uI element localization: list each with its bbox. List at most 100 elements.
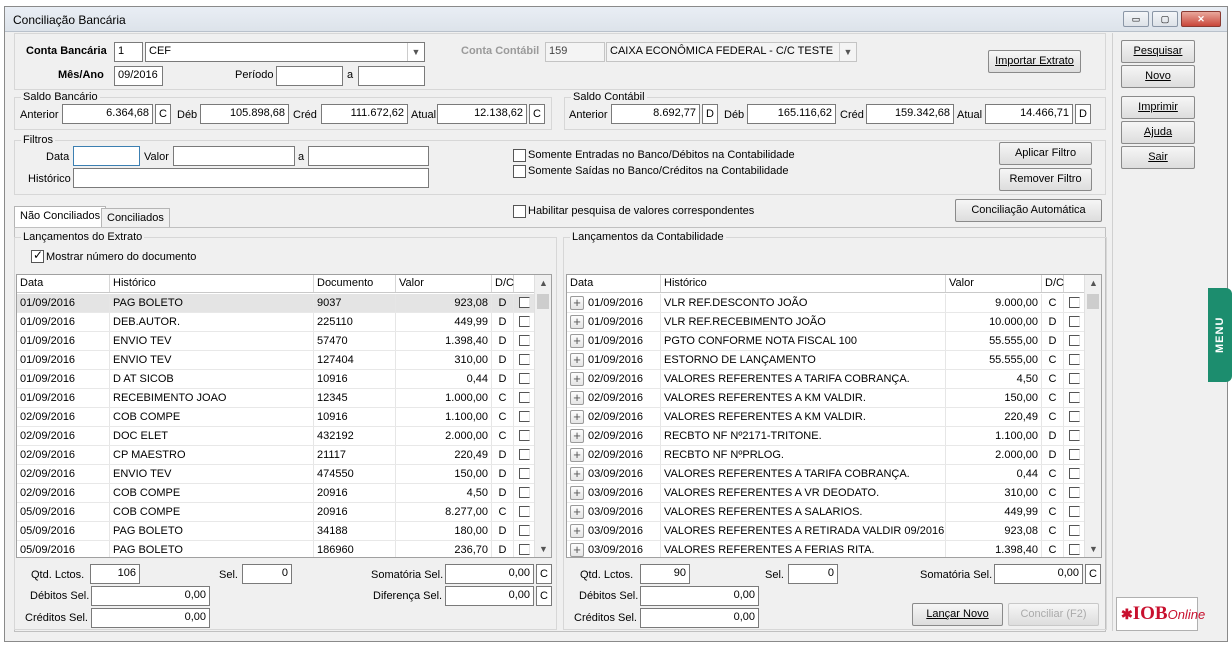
- expand-plus-icon[interactable]: +: [570, 448, 584, 462]
- remover-filtro-button[interactable]: Remover Filtro: [999, 168, 1092, 191]
- row-checkbox[interactable]: [1069, 506, 1080, 517]
- expand-plus-icon[interactable]: +: [570, 486, 584, 500]
- close-button[interactable]: ✕: [1181, 11, 1221, 27]
- scroll-thumb[interactable]: [1087, 294, 1099, 309]
- table-row[interactable]: 02/09/2016 ENVIO TEV 474550 150,00 D: [17, 465, 536, 484]
- table-row[interactable]: +03/09/2016 VALORES REFERENTES A RETIRADA…: [567, 522, 1086, 541]
- row-checkbox[interactable]: [1069, 487, 1080, 498]
- expand-plus-icon[interactable]: +: [570, 296, 584, 310]
- lancar-novo-button[interactable]: Lançar Novo: [912, 603, 1003, 626]
- extrato-scrollbar[interactable]: ▲ ▼: [534, 275, 551, 557]
- col-historico[interactable]: Histórico: [110, 275, 314, 292]
- filtro-data-input[interactable]: [73, 146, 140, 166]
- row-checkbox[interactable]: [1069, 316, 1080, 327]
- row-checkbox[interactable]: [1069, 373, 1080, 384]
- chevron-down-icon[interactable]: ▼: [535, 544, 551, 554]
- somente-entradas-checkbox[interactable]: [513, 149, 526, 162]
- conta-contabil-select[interactable]: CAIXA ECONÔMICA FEDERAL - C/C TESTE ▼: [606, 42, 857, 62]
- aplicar-filtro-button[interactable]: Aplicar Filtro: [999, 142, 1092, 165]
- col-historico[interactable]: Histórico: [661, 275, 946, 292]
- table-row[interactable]: +01/09/2016 ESTORNO DE LANÇAMENTO 55.555,0…: [567, 351, 1086, 370]
- table-row[interactable]: 02/09/2016 COB COMPE 10916 1.100,00 C: [17, 408, 536, 427]
- chevron-up-icon[interactable]: ▲: [1085, 278, 1101, 288]
- expand-plus-icon[interactable]: +: [570, 505, 584, 519]
- minimize-button[interactable]: ▭: [1123, 11, 1149, 27]
- row-checkbox[interactable]: [519, 506, 530, 517]
- expand-plus-icon[interactable]: +: [570, 315, 584, 329]
- expand-plus-icon[interactable]: +: [570, 391, 584, 405]
- table-row[interactable]: 01/09/2016 D AT SICOB 10916 0,44 D: [17, 370, 536, 389]
- expand-plus-icon[interactable]: +: [570, 353, 584, 367]
- row-checkbox[interactable]: [519, 411, 530, 422]
- somente-saidas-checkbox[interactable]: [513, 165, 526, 178]
- restore-button[interactable]: ▢: [1152, 11, 1178, 27]
- table-row[interactable]: 01/09/2016 ENVIO TEV 127404 310,00 D: [17, 351, 536, 370]
- periodo-from-input[interactable]: [276, 66, 343, 86]
- ajuda-button[interactable]: Ajuda: [1121, 121, 1195, 144]
- contab-scrollbar[interactable]: ▲ ▼: [1084, 275, 1101, 557]
- expand-plus-icon[interactable]: +: [570, 524, 584, 538]
- row-checkbox[interactable]: [519, 449, 530, 460]
- col-valor[interactable]: Valor: [946, 275, 1042, 292]
- table-row[interactable]: +02/09/2016 VALORES REFERENTES A TARIFA C…: [567, 370, 1086, 389]
- row-checkbox[interactable]: [519, 297, 530, 308]
- row-checkbox[interactable]: [519, 335, 530, 346]
- row-checkbox[interactable]: [519, 354, 530, 365]
- table-row[interactable]: 01/09/2016 PAG BOLETO 9037 923,08 D: [17, 294, 536, 313]
- row-checkbox[interactable]: [1069, 430, 1080, 441]
- habilitar-pesquisa-checkbox[interactable]: [513, 205, 526, 218]
- novo-button[interactable]: Novo: [1121, 65, 1195, 88]
- mes-ano-input[interactable]: 09/2016: [114, 66, 163, 86]
- row-checkbox[interactable]: [519, 316, 530, 327]
- table-row[interactable]: 05/09/2016 PAG BOLETO 186960 236,70 D: [17, 541, 536, 557]
- row-checkbox[interactable]: [1069, 468, 1080, 479]
- filtro-valor-from-input[interactable]: [173, 146, 295, 166]
- row-checkbox[interactable]: [519, 525, 530, 536]
- periodo-to-input[interactable]: [358, 66, 425, 86]
- imprimir-button[interactable]: Imprimir: [1121, 96, 1195, 119]
- row-checkbox[interactable]: [1069, 297, 1080, 308]
- filtro-historico-input[interactable]: [73, 168, 429, 188]
- tab-nao-conciliados[interactable]: Não Conciliados: [14, 206, 107, 228]
- conciliacao-automatica-button[interactable]: Conciliação Automática: [955, 199, 1102, 222]
- table-row[interactable]: +02/09/2016 RECBTO NF Nº2171-TRITONE. 1.10…: [567, 427, 1086, 446]
- table-row[interactable]: +02/09/2016 RECBTO NF NºPRLOG. 2.000,00 D: [567, 446, 1086, 465]
- table-row[interactable]: 01/09/2016 RECEBIMENTO JOAO 12345 1.000,00 C: [17, 389, 536, 408]
- table-row[interactable]: 01/09/2016 DEB.AUTOR. 225110 449,99 D: [17, 313, 536, 332]
- conciliar-button[interactable]: Conciliar (F2): [1008, 603, 1099, 626]
- table-row[interactable]: +01/09/2016 VLR REF.DESCONTO JOÃO 9.000,00…: [567, 294, 1086, 313]
- pesquisar-button[interactable]: Pesquisar: [1121, 40, 1195, 63]
- table-row[interactable]: +03/09/2016 VALORES REFERENTES A TARIFA C…: [567, 465, 1086, 484]
- col-data[interactable]: Data: [567, 275, 661, 292]
- chevron-down-icon[interactable]: ▼: [407, 43, 424, 61]
- row-checkbox[interactable]: [519, 373, 530, 384]
- row-checkbox[interactable]: [1069, 544, 1080, 555]
- row-checkbox[interactable]: [1069, 411, 1080, 422]
- expand-plus-icon[interactable]: +: [570, 372, 584, 386]
- row-checkbox[interactable]: [1069, 354, 1080, 365]
- row-checkbox[interactable]: [1069, 449, 1080, 460]
- importar-extrato-button[interactable]: Importar Extrato: [988, 50, 1081, 73]
- filtro-valor-to-input[interactable]: [308, 146, 429, 166]
- mostrar-documento-checkbox[interactable]: [31, 248, 44, 263]
- row-checkbox[interactable]: [519, 544, 530, 555]
- table-row[interactable]: +01/09/2016 VLR REF.RECEBIMENTO JOÃO 10.00…: [567, 313, 1086, 332]
- expand-plus-icon[interactable]: +: [570, 467, 584, 481]
- table-row[interactable]: 02/09/2016 CP MAESTRO 21117 220,49 D: [17, 446, 536, 465]
- table-row[interactable]: +02/09/2016 VALORES REFERENTES A KM VALDI…: [567, 389, 1086, 408]
- col-dc[interactable]: D/C: [492, 275, 514, 292]
- table-row[interactable]: 05/09/2016 PAG BOLETO 34188 180,00 D: [17, 522, 536, 541]
- table-row[interactable]: +03/09/2016 VALORES REFERENTES A SALARIOS…: [567, 503, 1086, 522]
- row-checkbox[interactable]: [1069, 525, 1080, 536]
- table-row[interactable]: 02/09/2016 COB COMPE 20916 4,50 D: [17, 484, 536, 503]
- table-row[interactable]: +02/09/2016 VALORES REFERENTES A KM VALDI…: [567, 408, 1086, 427]
- col-data[interactable]: Data: [17, 275, 110, 292]
- chevron-up-icon[interactable]: ▲: [535, 278, 551, 288]
- chevron-down-icon[interactable]: ▼: [839, 43, 856, 61]
- expand-plus-icon[interactable]: +: [570, 543, 584, 557]
- row-checkbox[interactable]: [519, 392, 530, 403]
- chevron-down-icon[interactable]: ▼: [1085, 544, 1101, 554]
- menu-tab[interactable]: MENU: [1208, 288, 1232, 382]
- row-checkbox[interactable]: [519, 430, 530, 441]
- row-checkbox[interactable]: [519, 468, 530, 479]
